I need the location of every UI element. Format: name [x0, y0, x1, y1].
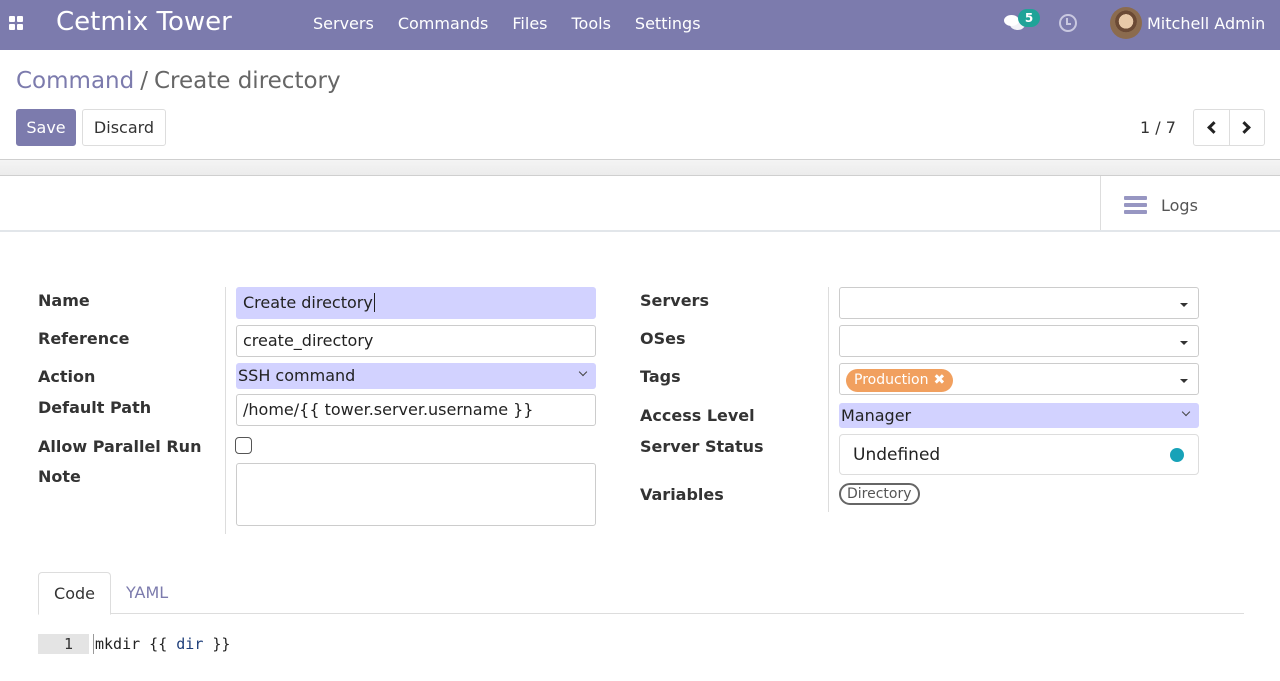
tab-code[interactable]: Code — [38, 572, 111, 615]
servers-label: Servers — [640, 291, 709, 310]
save-button[interactable]: Save — [16, 109, 76, 146]
servers-field[interactable] — [839, 287, 1199, 319]
caret-down-icon[interactable] — [1180, 341, 1188, 345]
tab-yaml[interactable]: YAML — [126, 572, 168, 614]
name-value: Create directory — [243, 293, 373, 312]
server-status-field: Undefined — [839, 434, 1199, 475]
note-label: Note — [38, 467, 81, 486]
tags-label: Tags — [640, 367, 681, 386]
left-group-separator — [225, 287, 226, 534]
button-box: Logs — [0, 176, 1280, 232]
logs-smart-button[interactable]: Logs — [1100, 176, 1280, 230]
menu-files[interactable]: Files — [512, 14, 547, 33]
name-label: Name — [38, 291, 90, 310]
access-level-select[interactable]: Manager — [839, 403, 1199, 428]
variable-directory: Directory — [839, 483, 920, 505]
name-field[interactable]: Create directory — [236, 287, 596, 319]
form-statusbar — [0, 159, 1280, 176]
chevron-down-icon — [578, 367, 588, 377]
chevron-left-icon — [1207, 121, 1220, 134]
list-icon — [1124, 196, 1147, 214]
access-level-label: Access Level — [640, 406, 755, 425]
menu-settings[interactable]: Settings — [635, 14, 701, 33]
parallel-run-label: Allow Parallel Run — [38, 437, 202, 456]
menu-commands[interactable]: Commands — [398, 14, 489, 33]
app-brand[interactable]: Cetmix Tower — [56, 7, 232, 37]
menu-tools[interactable]: Tools — [572, 14, 611, 33]
caret-down-icon[interactable] — [1180, 379, 1188, 383]
pager-previous-button[interactable] — [1194, 110, 1229, 145]
default-path-label: Default Path — [38, 398, 152, 417]
variables-label: Variables — [640, 485, 724, 504]
code-variable: dir — [176, 635, 204, 653]
code-editor-line[interactable]: mkdir {{ dir }} — [93, 634, 230, 654]
pager — [1193, 109, 1265, 146]
breadcrumb-parent[interactable]: Command — [16, 68, 134, 94]
remove-tag-icon[interactable]: ✖ — [933, 372, 945, 388]
code-text: mkdir {{ — [95, 635, 177, 653]
note-textarea[interactable] — [236, 463, 596, 526]
reference-field[interactable]: create_directory — [236, 325, 596, 357]
user-avatar[interactable] — [1110, 7, 1142, 39]
main-menu: Servers Commands Files Tools Settings — [313, 14, 725, 33]
action-select[interactable]: SSH command — [236, 363, 596, 389]
discard-button[interactable]: Discard — [82, 109, 166, 146]
oses-field[interactable] — [839, 325, 1199, 357]
action-label: Action — [38, 367, 96, 386]
parallel-run-checkbox[interactable] — [235, 437, 252, 454]
right-group-separator — [828, 287, 829, 512]
breadcrumb-current: Create directory — [153, 68, 341, 94]
code-text: }} — [203, 635, 231, 653]
chevron-right-icon — [1238, 121, 1252, 134]
caret-down-icon[interactable] — [1180, 303, 1188, 307]
tag-production: Production ✖ — [846, 369, 954, 392]
oses-label: OSes — [640, 329, 686, 348]
notebook-tabs: Code YAML — [38, 572, 1244, 615]
server-status-value: Undefined — [853, 445, 941, 465]
clock-icon[interactable] — [1059, 14, 1077, 32]
breadcrumb-separator: / — [140, 68, 148, 94]
reference-label: Reference — [38, 329, 130, 348]
pager-next-button[interactable] — [1228, 110, 1264, 145]
line-number: 1 — [38, 634, 89, 654]
chevron-down-icon — [1181, 407, 1191, 417]
logs-label: Logs — [1161, 196, 1198, 215]
tag-label: Production — [854, 372, 929, 388]
access-level-value: Manager — [841, 406, 912, 425]
messages-count-badge: 5 — [1018, 9, 1040, 27]
status-dot-icon — [1170, 448, 1184, 462]
default-path-field[interactable]: /home/{{ tower.server.username }} — [236, 394, 596, 426]
apps-grid-icon[interactable] — [9, 16, 23, 30]
top-navbar: Cetmix Tower Servers Commands Files Tool… — [0, 0, 1280, 50]
pager-value[interactable]: 1 / 7 — [1140, 118, 1176, 137]
user-menu[interactable]: Mitchell Admin — [1147, 14, 1265, 33]
menu-servers[interactable]: Servers — [313, 14, 374, 33]
breadcrumb: Command / Create directory — [16, 68, 341, 94]
server-status-label: Server Status — [640, 437, 764, 456]
action-value: SSH command — [238, 366, 356, 385]
